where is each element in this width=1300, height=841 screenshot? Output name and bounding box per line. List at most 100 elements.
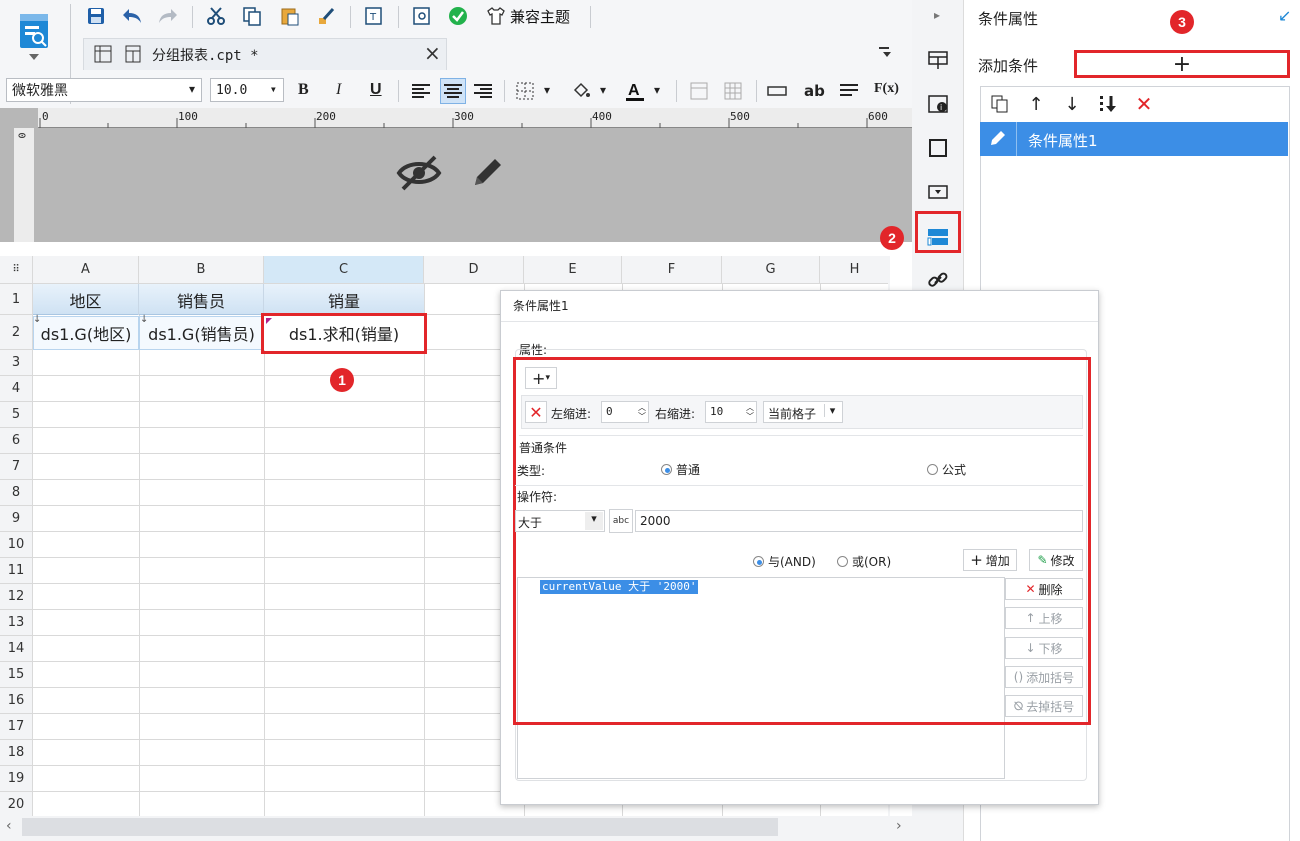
chevron-down-icon[interactable]: ▾: [544, 83, 550, 97]
delete-button[interactable]: ✕ 删除: [1005, 578, 1083, 600]
scrollbar-thumb[interactable]: [22, 818, 778, 836]
row-header[interactable]: 11: [0, 558, 33, 584]
check-icon[interactable]: [446, 4, 470, 28]
tab-close-icon[interactable]: ×: [424, 41, 441, 65]
select-all-corner[interactable]: ⠿: [0, 256, 33, 284]
right-indent-input[interactable]: 10 ︿ ﹀: [705, 401, 757, 423]
fill-color-icon[interactable]: [570, 80, 592, 102]
value-type-icon[interactable]: abc: [609, 509, 633, 533]
column-header[interactable]: H: [820, 256, 890, 284]
border-icon[interactable]: [514, 80, 536, 102]
row-header[interactable]: 7: [0, 454, 33, 480]
cell-style-icon[interactable]: [924, 134, 952, 162]
operator-select[interactable]: 大于 ▾: [515, 510, 605, 532]
font-color-icon[interactable]: A: [622, 78, 648, 104]
modify-button[interactable]: ✎ 修改: [1029, 549, 1083, 571]
format-painter-icon[interactable]: [314, 4, 338, 28]
web-preview-icon[interactable]: [410, 4, 434, 28]
align-center-icon[interactable]: [440, 78, 466, 104]
text-wrap-button[interactable]: ab: [804, 82, 825, 100]
remove-bracket-button[interactable]: ⦰ 去掉括号: [1005, 695, 1083, 717]
theme-shirt-icon[interactable]: [484, 4, 508, 28]
italic-button[interactable]: I: [336, 81, 341, 99]
move-up-button[interactable]: ↑ 上移: [1005, 607, 1083, 629]
column-header[interactable]: A: [33, 256, 139, 284]
header-cell-salesperson[interactable]: 销售员: [139, 284, 264, 315]
delete-condition-icon[interactable]: ✕: [1132, 92, 1156, 116]
row-header[interactable]: 6: [0, 428, 33, 454]
add-property-button[interactable]: + ▾: [525, 367, 557, 389]
row-header[interactable]: 19: [0, 766, 33, 792]
row-header[interactable]: 3: [0, 350, 33, 376]
collapse-arrow-icon[interactable]: ▸: [934, 8, 940, 22]
report-app-icon[interactable]: [14, 6, 54, 66]
header-cell-region[interactable]: 地区: [33, 284, 139, 315]
header-cell-sales[interactable]: 销量: [264, 284, 424, 315]
underline-button[interactable]: U: [370, 81, 382, 99]
panel-collapse-icon[interactable]: ↙: [1278, 6, 1291, 25]
font-size-select[interactable]: 10.0 ▾: [210, 78, 284, 102]
row-header[interactable]: 15: [0, 662, 33, 688]
scroll-left-icon[interactable]: ‹: [6, 818, 12, 834]
compat-theme-button[interactable]: 兼容主题: [510, 6, 570, 27]
merge-cells-icon[interactable]: [688, 80, 710, 102]
left-indent-input[interactable]: 0 ︿ ﹀: [601, 401, 649, 423]
horizontal-scrollbar[interactable]: ‹ ›: [0, 816, 912, 841]
tab-report-file[interactable]: 分组报表.cpt * ×: [83, 38, 447, 70]
and-radio[interactable]: 与(AND): [753, 553, 816, 570]
preview-icon[interactable]: T: [362, 4, 386, 28]
row-header[interactable]: 10: [0, 532, 33, 558]
undo-icon[interactable]: [120, 4, 144, 28]
move-down-icon[interactable]: ↓: [1060, 92, 1084, 116]
align-right-icon[interactable]: [472, 80, 494, 102]
row-header[interactable]: 5: [0, 402, 33, 428]
move-bottom-icon[interactable]: [1096, 92, 1120, 116]
or-radio[interactable]: 或(OR): [837, 553, 891, 570]
text-box-icon[interactable]: [766, 80, 788, 102]
copy-condition-icon[interactable]: [988, 92, 1012, 116]
row-header[interactable]: 14: [0, 636, 33, 662]
paste-icon[interactable]: [278, 4, 302, 28]
redo-icon[interactable]: [156, 4, 180, 28]
data-cell-salesperson[interactable]: ds1.G(销售员): [139, 316, 264, 350]
scroll-right-icon[interactable]: ›: [896, 818, 902, 834]
row-header[interactable]: 18: [0, 740, 33, 766]
tab-menu-icon[interactable]: [874, 42, 896, 64]
chevron-down-icon[interactable]: ▾: [600, 83, 606, 97]
font-family-select[interactable]: 微软雅黑 ▾: [6, 78, 202, 102]
row-header[interactable]: 17: [0, 714, 33, 740]
column-header[interactable]: F: [622, 256, 722, 284]
line-spacing-icon[interactable]: [838, 80, 860, 102]
row-header[interactable]: 13: [0, 610, 33, 636]
row-header[interactable]: 12: [0, 584, 33, 610]
align-left-icon[interactable]: [410, 80, 432, 102]
remove-property-icon[interactable]: ✕: [525, 401, 547, 423]
add-bracket-button[interactable]: () 添加括号: [1005, 666, 1083, 688]
add-button[interactable]: + 增加: [963, 549, 1017, 571]
copy-icon[interactable]: [240, 4, 264, 28]
row-header[interactable]: 1: [0, 284, 33, 315]
row-header[interactable]: 8: [0, 480, 33, 506]
row-header[interactable]: 16: [0, 688, 33, 714]
type-normal-radio[interactable]: 普通: [661, 461, 700, 478]
bold-button[interactable]: B: [298, 81, 309, 99]
spinner-icon[interactable]: ︿ ﹀: [746, 403, 754, 421]
widget-icon[interactable]: [924, 178, 952, 206]
expression-item[interactable]: currentValue 大于 '2000': [540, 580, 699, 594]
scope-select[interactable]: 当前格子 ▾: [763, 401, 843, 423]
formula-button[interactable]: F(x): [874, 81, 899, 97]
move-up-icon[interactable]: ↑: [1024, 92, 1048, 116]
column-header[interactable]: C: [264, 256, 424, 284]
condition-list-item[interactable]: 条件属性1: [980, 122, 1288, 156]
move-down-button[interactable]: ↓ 下移: [1005, 637, 1083, 659]
save-icon[interactable]: [84, 4, 108, 28]
pencil-icon[interactable]: [464, 150, 510, 196]
row-header[interactable]: 2: [0, 315, 33, 350]
cut-icon[interactable]: [204, 4, 228, 28]
column-header[interactable]: D: [424, 256, 524, 284]
row-header[interactable]: 9: [0, 506, 33, 532]
cell-attr-icon[interactable]: i: [924, 90, 952, 118]
row-header[interactable]: 20: [0, 792, 33, 816]
cell-element-icon[interactable]: [924, 46, 952, 74]
type-formula-radio[interactable]: 公式: [927, 461, 966, 478]
